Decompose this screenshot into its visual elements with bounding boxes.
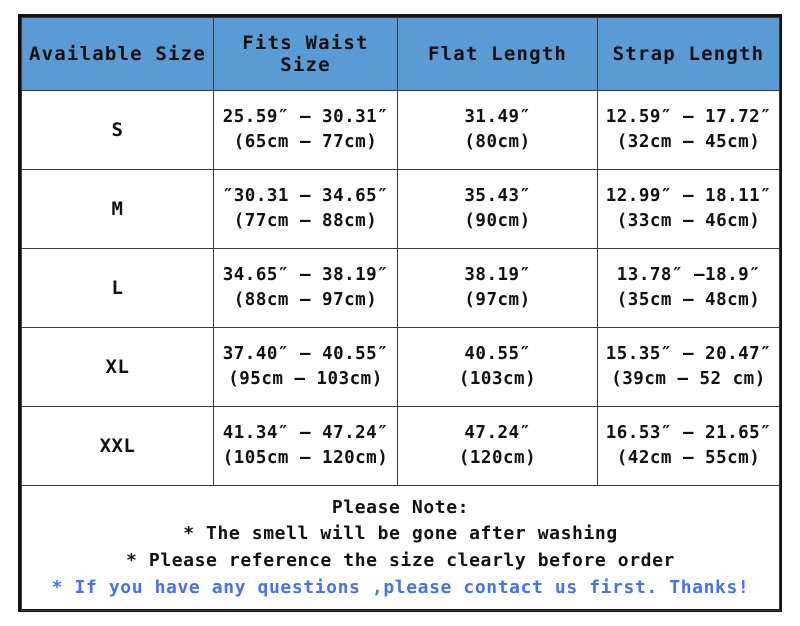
strap-cm: (42cm – 55cm) xyxy=(616,448,761,468)
strap-cm: (32cm – 45cm) xyxy=(616,132,761,152)
waist-inches: 37.40″ – 40.55″ xyxy=(222,344,389,365)
strap-inches: 15.35″ – 20.47″ xyxy=(605,344,772,365)
cell-strap-length: 12.59″ – 17.72″ (32cm – 45cm) xyxy=(597,90,780,170)
cell-size: S xyxy=(21,90,214,170)
strap-cm: (35cm – 48cm) xyxy=(616,290,761,310)
cell-size: XL xyxy=(21,327,214,407)
flat-inches: 38.19″ xyxy=(464,265,531,286)
waist-inches: ″30.31 – 34.65″ xyxy=(222,186,389,207)
notes-section: Please Note: * The smell will be gone af… xyxy=(21,485,780,611)
column-header-strap-length: Strap Length xyxy=(597,17,780,91)
cell-waist: 25.59″ – 30.31″ (65cm – 77cm) xyxy=(213,90,398,170)
cell-strap-length: 12.99″ – 18.11″ (33cm – 46cm) xyxy=(597,169,780,249)
cell-size: L xyxy=(21,248,214,328)
table-row: XL 37.40″ – 40.55″ (95cm – 103cm) 40.55″… xyxy=(21,327,780,407)
flat-cm: (90cm) xyxy=(464,211,531,231)
cell-flat-length: 31.49″ (80cm) xyxy=(397,90,598,170)
waist-inches: 41.34″ – 47.24″ xyxy=(222,423,389,444)
flat-inches: 31.49″ xyxy=(464,107,531,128)
flat-cm: (103cm) xyxy=(458,369,537,389)
strap-cm: (33cm – 46cm) xyxy=(616,211,761,231)
cell-flat-length: 35.43″ (90cm) xyxy=(397,169,598,249)
cell-flat-length: 40.55″ (103cm) xyxy=(397,327,598,407)
waist-cm: (95cm – 103cm) xyxy=(228,369,383,389)
notes-title: Please Note: xyxy=(331,496,470,518)
note-item-smell: * The smell will be gone after washing xyxy=(183,523,618,545)
cell-size: M xyxy=(21,169,214,249)
flat-inches: 35.43″ xyxy=(464,186,531,207)
size-chart-sheet: Available Size Fits Waist Size Flat Leng… xyxy=(18,14,782,612)
notes-row: Please Note: * The smell will be gone af… xyxy=(21,485,780,611)
waist-inches: 34.65″ – 38.19″ xyxy=(222,265,389,286)
cell-waist: ″30.31 – 34.65″ (77cm – 88cm) xyxy=(213,169,398,249)
cell-strap-length: 15.35″ – 20.47″ (39cm – 52 cm) xyxy=(597,327,780,407)
flat-cm: (120cm) xyxy=(458,448,537,468)
waist-inches: 25.59″ – 30.31″ xyxy=(222,107,389,128)
strap-inches: 13.78″ –18.9″ xyxy=(616,265,761,286)
strap-inches: 12.59″ – 17.72″ xyxy=(605,107,772,128)
strap-cm: (39cm – 52 cm) xyxy=(611,369,766,389)
flat-inches: 47.24″ xyxy=(464,423,531,444)
flat-cm: (97cm) xyxy=(464,290,531,310)
table-row: L 34.65″ – 38.19″ (88cm – 97cm) 38.19″ (… xyxy=(21,248,780,328)
waist-cm: (105cm – 120cm) xyxy=(222,448,389,468)
table-row: XXL 41.34″ – 47.24″ (105cm – 120cm) 47.2… xyxy=(21,406,780,486)
column-header-flat-length: Flat Length xyxy=(397,17,598,91)
column-header-fits-waist-size: Fits Waist Size xyxy=(213,17,398,91)
column-header-available-size: Available Size xyxy=(21,17,214,91)
note-item-size-reference: * Please reference the size clearly befo… xyxy=(126,550,675,571)
strap-inches: 16.53″ – 21.65″ xyxy=(605,423,772,444)
waist-cm: (65cm – 77cm) xyxy=(233,132,378,152)
waist-cm: (77cm – 88cm) xyxy=(233,211,378,231)
table-row: M ″30.31 – 34.65″ (77cm – 88cm) 35.43″ (… xyxy=(21,169,780,249)
header-row: Available Size Fits Waist Size Flat Leng… xyxy=(21,17,780,91)
cell-strap-length: 13.78″ –18.9″ (35cm – 48cm) xyxy=(597,248,780,328)
table-row: S 25.59″ – 30.31″ (65cm – 77cm) 31.49″ (… xyxy=(21,90,780,170)
waist-cm: (88cm – 97cm) xyxy=(233,290,378,310)
cell-waist: 37.40″ – 40.55″ (95cm – 103cm) xyxy=(213,327,398,407)
flat-cm: (80cm) xyxy=(464,132,531,152)
flat-inches: 40.55″ xyxy=(464,344,531,365)
cell-flat-length: 38.19″ (97cm) xyxy=(397,248,598,328)
cell-size: XXL xyxy=(21,406,214,486)
table-body: S 25.59″ – 30.31″ (65cm – 77cm) 31.49″ (… xyxy=(21,90,780,611)
cell-strap-length: 16.53″ – 21.65″ (42cm – 55cm) xyxy=(597,406,780,486)
cell-waist: 34.65″ – 38.19″ (88cm – 97cm) xyxy=(213,248,398,328)
size-chart-table: Available Size Fits Waist Size Flat Leng… xyxy=(21,17,780,611)
table-header: Available Size Fits Waist Size Flat Leng… xyxy=(21,17,780,91)
cell-flat-length: 47.24″ (120cm) xyxy=(397,406,598,486)
cell-waist: 41.34″ – 47.24″ (105cm – 120cm) xyxy=(213,406,398,486)
strap-inches: 12.99″ – 18.11″ xyxy=(605,186,772,207)
note-item-contact: * If you have any questions ,please cont… xyxy=(51,576,750,598)
